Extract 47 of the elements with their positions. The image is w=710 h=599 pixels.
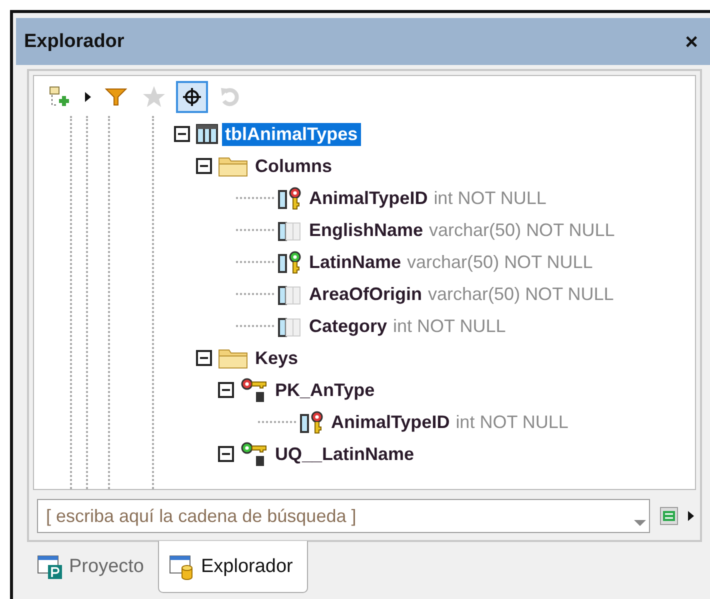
column-type: varchar(50) NOT NULL xyxy=(429,220,615,240)
folder-icon xyxy=(218,155,248,177)
column-type: int NOT NULL xyxy=(393,316,506,336)
column-key-icon xyxy=(278,250,302,274)
caret-icon xyxy=(85,92,91,102)
collapse-toggle[interactable] xyxy=(196,158,212,174)
column-type: int NOT NULL xyxy=(456,412,568,432)
table-icon xyxy=(196,124,218,144)
column-type: varchar(50) NOT NULL xyxy=(428,284,614,304)
caret-icon[interactable] xyxy=(688,511,694,521)
panel-tab[interactable]: Proyecto xyxy=(27,544,158,590)
key-icon xyxy=(240,441,268,467)
key-icon xyxy=(240,377,268,403)
toolbar-button[interactable] xyxy=(176,81,208,113)
panel-tab[interactable]: Explorador xyxy=(158,541,308,593)
folder-icon xyxy=(218,347,248,369)
tree-item-label[interactable]: PK_AnType xyxy=(272,378,378,402)
crosshair-icon xyxy=(182,87,202,107)
database-window-icon xyxy=(168,554,195,580)
collapse-toggle[interactable] xyxy=(174,126,190,142)
collapse-toggle[interactable] xyxy=(196,350,212,366)
tree-item-label[interactable]: UQ__LatinName xyxy=(272,442,418,466)
tree-item-label[interactable]: EnglishName xyxy=(306,218,426,242)
window-title: Explorador xyxy=(24,30,124,52)
tree-item-label[interactable]: Keys xyxy=(252,346,302,370)
tree-item-label[interactable]: LatinName xyxy=(306,250,404,274)
project-icon xyxy=(37,554,63,580)
star-icon xyxy=(142,85,166,109)
column-key-icon xyxy=(278,186,302,210)
new-folder-icon xyxy=(48,85,72,109)
column-key-icon xyxy=(300,410,324,434)
undo-icon xyxy=(219,86,241,108)
tree-item-label[interactable]: AnimalTypeID xyxy=(328,410,453,434)
filter-icon xyxy=(105,87,127,107)
tree-item-label[interactable]: Columns xyxy=(252,154,336,178)
tree-item-label[interactable]: tblAnimalTypes xyxy=(222,122,361,146)
collapse-toggle[interactable] xyxy=(218,382,234,398)
collapse-toggle[interactable] xyxy=(218,446,234,462)
tree-item-label[interactable]: AnimalTypeID xyxy=(306,186,431,210)
tree-item-label[interactable]: AreaOfOrigin xyxy=(306,282,426,306)
column-type: varchar(50) NOT NULL xyxy=(407,252,593,272)
sync-icon[interactable] xyxy=(660,507,678,525)
tree-item-label[interactable]: Category xyxy=(306,314,390,338)
search-field[interactable]: [ escriba aquí la cadena de búsqueda ] xyxy=(37,499,650,533)
dropdown-arrow-icon xyxy=(634,520,646,526)
column-type: int NOT NULL xyxy=(434,188,546,208)
close-button[interactable]: × xyxy=(685,28,698,54)
